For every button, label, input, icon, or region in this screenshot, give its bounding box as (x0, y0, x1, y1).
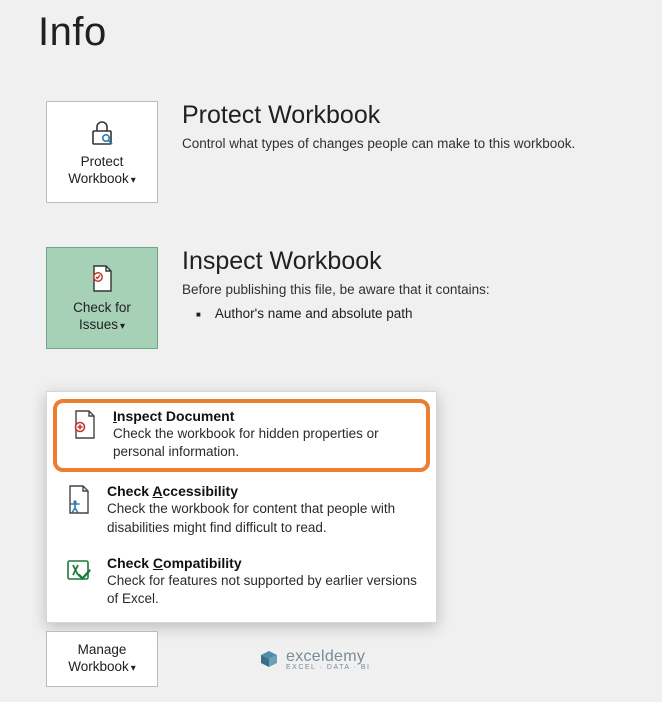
menu-check-accessibility-desc: Check the workbook for content that peop… (107, 500, 420, 536)
menu-check-accessibility[interactable]: Check Accessibility Check the workbook f… (47, 475, 436, 546)
manage-button-label: Manage Workbook▾ (68, 642, 136, 676)
document-inspect-icon (71, 410, 99, 440)
protect-heading: Protect Workbook (182, 101, 575, 130)
menu-inspect-document[interactable]: Inspect Document Check the workbook for … (53, 399, 430, 472)
check-for-issues-menu: Inspect Document Check the workbook for … (46, 391, 437, 623)
protect-section: Protect Workbook▾ Protect Workbook Contr… (0, 101, 662, 203)
bullet-square-icon: ■ (196, 310, 201, 319)
inspect-section: Check for Issues▾ Inspect Workbook Befor… (0, 247, 662, 349)
chevron-down-icon: ▾ (131, 663, 136, 674)
watermark-logo: exceldemy EXCEL · DATA · BI (258, 648, 371, 671)
excel-check-icon (65, 557, 93, 587)
chevron-down-icon: ▾ (131, 175, 136, 186)
menu-inspect-document-title: Inspect Document (113, 408, 414, 424)
document-check-icon (88, 262, 116, 296)
menu-check-accessibility-title: Check Accessibility (107, 483, 420, 499)
menu-check-compatibility-title: Check Compatibility (107, 555, 420, 571)
menu-check-compatibility[interactable]: Check Compatibility Check for features n… (47, 547, 436, 618)
chevron-down-icon: ▾ (120, 321, 125, 332)
manage-workbook-button[interactable]: Manage Workbook▾ (46, 631, 158, 687)
protect-button-label: Protect Workbook▾ (68, 154, 136, 188)
inspect-bullet: ■ Author's name and absolute path (182, 306, 490, 321)
menu-inspect-document-desc: Check the workbook for hidden properties… (113, 425, 414, 461)
page-title: Info (0, 0, 662, 55)
document-accessibility-icon (65, 485, 93, 515)
lock-key-icon (87, 116, 117, 150)
protect-workbook-button[interactable]: Protect Workbook▾ (46, 101, 158, 203)
check-issues-button-label: Check for Issues▾ (73, 300, 131, 334)
protect-desc: Control what types of changes people can… (182, 134, 575, 154)
inspect-desc: Before publishing this file, be aware th… (182, 280, 490, 300)
inspect-heading: Inspect Workbook (182, 247, 490, 276)
menu-check-compatibility-desc: Check for features not supported by earl… (107, 572, 420, 608)
cube-icon (258, 649, 280, 671)
check-for-issues-button[interactable]: Check for Issues▾ (46, 247, 158, 349)
